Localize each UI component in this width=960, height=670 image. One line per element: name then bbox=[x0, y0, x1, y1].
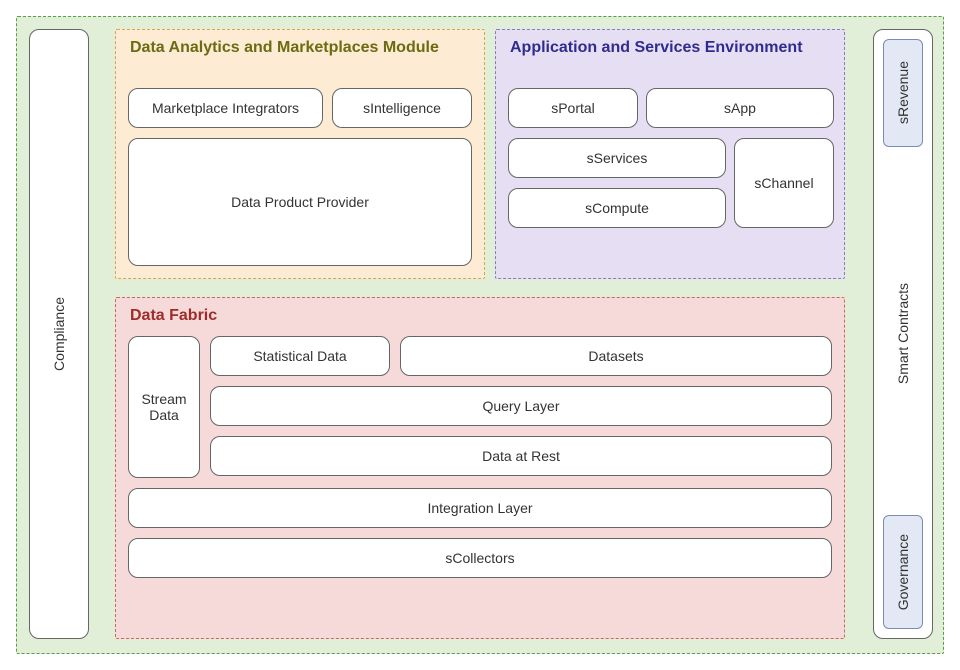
integration-layer-box: Integration Layer bbox=[128, 488, 832, 528]
compliance-box: Compliance bbox=[29, 29, 89, 639]
s-channel-label: sChannel bbox=[754, 175, 813, 191]
diagram-canvas: Compliance Smart Contracts sRevenue Gove… bbox=[0, 0, 960, 670]
outer-container: Compliance Smart Contracts sRevenue Gove… bbox=[16, 16, 944, 654]
s-app-box: sApp bbox=[646, 88, 834, 128]
s-app-label: sApp bbox=[724, 100, 756, 116]
data-at-rest-box: Data at Rest bbox=[210, 436, 832, 476]
s-intelligence-box: sIntelligence bbox=[332, 88, 472, 128]
data-product-provider-box: Data Product Provider bbox=[128, 138, 472, 266]
data-product-provider-label: Data Product Provider bbox=[231, 194, 369, 210]
data-at-rest-label: Data at Rest bbox=[482, 448, 560, 464]
stream-data-box: Stream Data bbox=[128, 336, 200, 478]
governance-box: Governance bbox=[883, 515, 923, 629]
s-revenue-box: sRevenue bbox=[883, 39, 923, 147]
s-compute-box: sCompute bbox=[508, 188, 726, 228]
s-compute-label: sCompute bbox=[585, 200, 649, 216]
marketplace-integrators-box: Marketplace Integrators bbox=[128, 88, 323, 128]
compliance-label: Compliance bbox=[51, 297, 67, 371]
s-portal-box: sPortal bbox=[508, 88, 638, 128]
statistical-data-box: Statistical Data bbox=[210, 336, 390, 376]
datasets-label: Datasets bbox=[588, 348, 643, 364]
app-env-title: Application and Services Environment bbox=[510, 38, 820, 58]
s-channel-box: sChannel bbox=[734, 138, 834, 228]
governance-label: Governance bbox=[895, 534, 911, 610]
s-collectors-label: sCollectors bbox=[445, 550, 514, 566]
query-layer-box: Query Layer bbox=[210, 386, 832, 426]
app-env-module: Application and Services Environment sPo… bbox=[495, 29, 845, 279]
stream-data-label: Stream Data bbox=[141, 391, 186, 423]
datasets-box: Datasets bbox=[400, 336, 832, 376]
analytics-module: Data Analytics and Marketplaces Module M… bbox=[115, 29, 485, 279]
s-services-box: sServices bbox=[508, 138, 726, 178]
s-portal-label: sPortal bbox=[551, 100, 595, 116]
analytics-title: Data Analytics and Marketplaces Module bbox=[130, 38, 460, 58]
smart-contracts-label: Smart Contracts bbox=[895, 283, 911, 384]
marketplace-integrators-label: Marketplace Integrators bbox=[152, 100, 299, 116]
query-layer-label: Query Layer bbox=[482, 398, 559, 414]
s-services-label: sServices bbox=[587, 150, 648, 166]
statistical-data-label: Statistical Data bbox=[253, 348, 346, 364]
data-fabric-module: Data Fabric Stream Data Statistical Data… bbox=[115, 297, 845, 639]
integration-layer-label: Integration Layer bbox=[427, 500, 532, 516]
s-collectors-box: sCollectors bbox=[128, 538, 832, 578]
s-intelligence-label: sIntelligence bbox=[363, 100, 441, 116]
s-revenue-label: sRevenue bbox=[895, 61, 911, 124]
data-fabric-title: Data Fabric bbox=[130, 306, 217, 326]
